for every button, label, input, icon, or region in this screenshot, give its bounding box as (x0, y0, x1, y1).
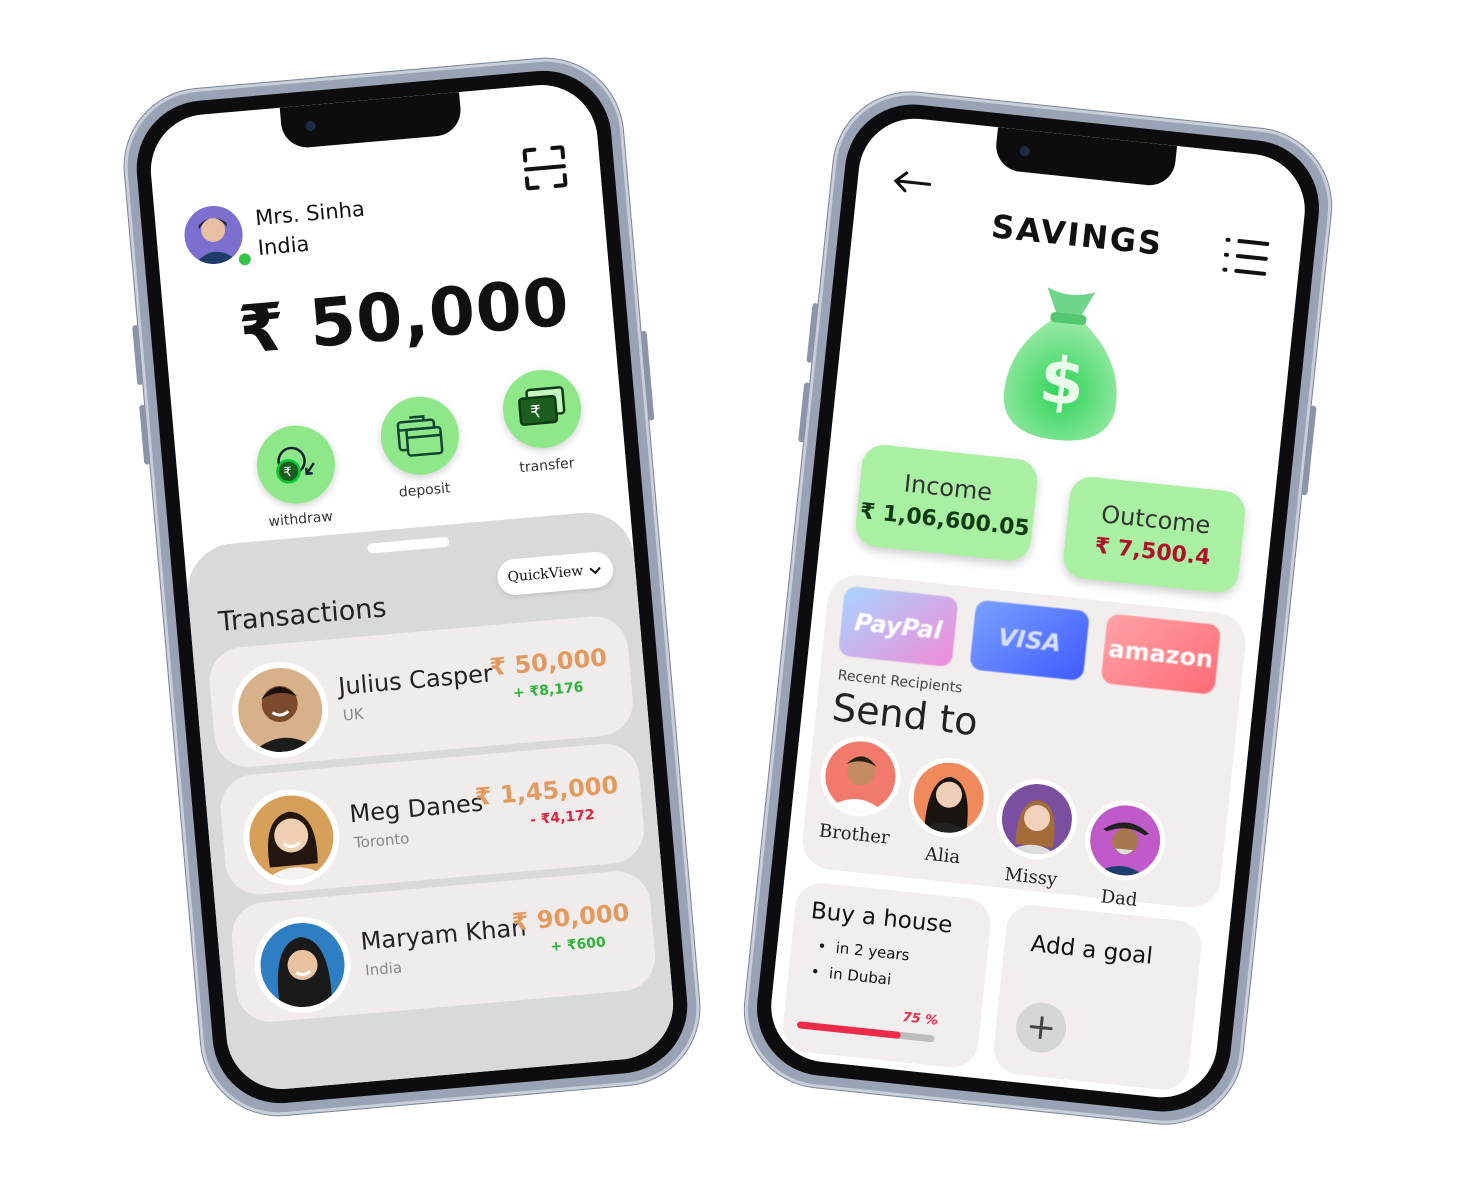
plus-icon (1029, 1016, 1053, 1040)
power-button (1301, 405, 1317, 496)
user-country: India (256, 231, 311, 261)
wallet-deposit-icon (396, 415, 444, 457)
goal-progress-label: 75 % (901, 1010, 939, 1029)
quickview-label: QuickView (506, 563, 584, 586)
volume-down-button (798, 382, 811, 443)
transaction-amount: ₹ 1,45,000 (473, 770, 620, 812)
withdraw-button[interactable]: ₹ (253, 422, 339, 507)
recipient-label: Missy (1003, 864, 1059, 891)
paypal-card[interactable]: PayPal (837, 585, 959, 668)
goal-bullet: • in Dubai (809, 962, 893, 989)
phone-bezel: SAVINGS $ Income ₹ 1,06,600.05 Outcome ₹… (750, 97, 1326, 1119)
add-goal-card[interactable]: Add a goal (991, 902, 1204, 1093)
user-name: Mrs. Sinha (254, 196, 366, 231)
recipient-label: Alia (923, 843, 962, 869)
recipient-missy[interactable]: Missy (985, 775, 1086, 893)
sheet-drag-handle[interactable] (367, 536, 450, 554)
svg-text:$: $ (1036, 343, 1088, 421)
recipient-brother[interactable]: Brother (808, 732, 909, 850)
back-arrow-icon[interactable] (890, 168, 933, 200)
add-goal-label: Add a goal (1029, 931, 1154, 970)
quickview-dropdown[interactable]: QuickView (496, 550, 615, 597)
phone-bezel: Mrs. Sinha India ₹ 50,000 ₹ withdraw dep… (131, 65, 693, 1109)
goal-bullet: • in 2 years (816, 936, 911, 965)
rupee-withdraw-icon: ₹ (276, 446, 315, 484)
recipient-avatar (1081, 796, 1170, 885)
transaction-amount: ₹ 50,000 (488, 643, 609, 682)
transactions-sheet: Transactions QuickView Julius Casper UK … (183, 508, 678, 1094)
notch (993, 127, 1178, 188)
recipient-avatar (992, 775, 1081, 864)
recipient-label: Brother (818, 820, 891, 849)
transactions-title: Transactions (217, 592, 388, 638)
contact-location: UK (342, 704, 365, 725)
contact-name: Julius Casper (337, 659, 494, 701)
left-phone: Mrs. Sinha India ₹ 50,000 ₹ withdraw dep… (118, 52, 706, 1122)
goal-bullet-text: in 2 years (834, 938, 911, 965)
transaction-change: + ₹8,176 (512, 679, 585, 702)
svg-text:₹: ₹ (283, 465, 293, 481)
transfer-button[interactable]: ₹ (499, 366, 585, 452)
recipient-avatar (816, 732, 905, 821)
recipient-avatar (904, 753, 993, 842)
volume-down-button (139, 404, 151, 465)
outcome-card[interactable]: Outcome ₹ 7,500.4 (1061, 474, 1248, 595)
online-status-dot (236, 250, 254, 268)
chevron-down-icon (589, 566, 601, 575)
front-camera (305, 120, 316, 132)
withdraw-label: withdraw (267, 508, 334, 531)
savings-screen: SAVINGS $ Income ₹ 1,06,600.05 Outcome ₹… (765, 113, 1311, 1103)
wallet-screen: Mrs. Sinha India ₹ 50,000 ₹ withdraw dep… (146, 80, 678, 1094)
add-goal-button[interactable] (1013, 1000, 1069, 1056)
visa-card[interactable]: VISA (969, 599, 1090, 682)
contact-avatar (228, 657, 333, 762)
power-button (640, 330, 655, 421)
deposit-button[interactable] (377, 393, 463, 478)
menu-list-icon[interactable] (1219, 233, 1272, 284)
recipient-alia[interactable]: Alia (897, 753, 998, 871)
contact-avatar (239, 785, 344, 890)
income-card[interactable]: Income ₹ 1,06,600.05 (853, 442, 1040, 563)
notch (279, 92, 463, 150)
contact-avatar (250, 912, 355, 1017)
goal-card[interactable]: Buy a house • in 2 years • in Dubai 75 % (780, 880, 994, 1070)
front-camera (1019, 145, 1031, 157)
contact-name: Maryam Khan (359, 913, 528, 956)
transaction-row[interactable]: Maryam Khan India ₹ 90,000 + ₹600 (229, 868, 658, 1025)
amazon-card[interactable]: amazon (1100, 613, 1222, 695)
right-phone: SAVINGS $ Income ₹ 1,06,600.05 Outcome ₹… (737, 84, 1339, 1132)
transaction-change: - ₹4,172 (529, 806, 596, 829)
deposit-label: deposit (398, 480, 452, 501)
recipient-dad[interactable]: Dad (1073, 796, 1174, 914)
goal-progress-fill (796, 1021, 901, 1039)
volume-up-button (806, 302, 819, 364)
user-avatar[interactable] (182, 203, 245, 267)
contact-location: Toronto (353, 829, 411, 852)
money-bag-icon: $ (985, 269, 1142, 457)
svg-text:₹: ₹ (529, 402, 542, 423)
recipient-label: Dad (1099, 886, 1139, 911)
volume-up-button (132, 324, 144, 386)
contact-location: India (364, 958, 403, 980)
goal-title: Buy a house (809, 898, 954, 939)
transaction-change: + ₹600 (549, 934, 607, 956)
scan-icon[interactable] (520, 143, 570, 197)
transaction-amount: ₹ 90,000 (510, 898, 631, 937)
contact-name: Meg Danes (348, 788, 485, 829)
transfer-label: transfer (518, 455, 576, 477)
goal-bullet-text: in Dubai (828, 964, 893, 989)
recipients-panel: PayPal VISA amazon Recent Recipients Sen… (799, 572, 1249, 911)
balance-amount: ₹ 50,000 (235, 263, 573, 369)
rupee-transfer-icon: ₹ (518, 386, 566, 426)
